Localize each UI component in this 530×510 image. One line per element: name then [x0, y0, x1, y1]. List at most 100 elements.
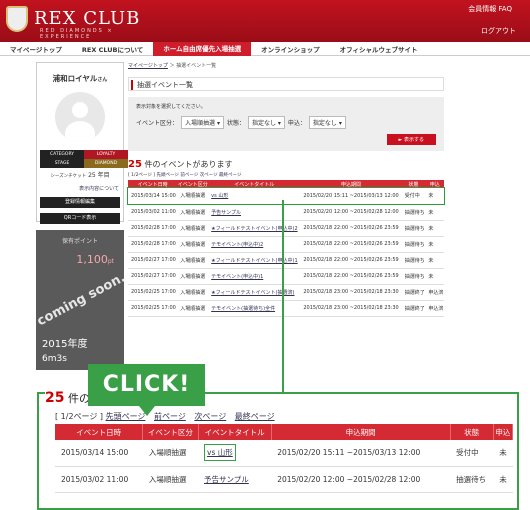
table-row[interactable]: 2015/02/28 17:00 入場順抽選 テモイベント(申込中)2 2015/02… [128, 236, 444, 253]
coming-soon-text: coming soon... [36, 265, 124, 330]
breadcrumb-top[interactable]: マイページトップ [128, 63, 168, 69]
pager-first[interactable]: 先頭ページ [156, 173, 178, 178]
event-title-cell: テモイベント(申込中)1 [208, 268, 301, 285]
event-title-link[interactable]: テモイベント(抽選待ち)全件 [211, 306, 275, 312]
event-title-cell: テモイベント(抽選待ち)全件 [208, 300, 301, 317]
event-date: 2015/02/27 17:00 [128, 252, 178, 269]
column-header: 状態 [401, 180, 426, 188]
event-title-cell: ★フィールドテストイベント(申込中)2 [208, 220, 301, 237]
column-header: イベント区分 [177, 180, 209, 188]
category-label: CATEGORY [40, 150, 84, 159]
apply-period: 2015/02/18 22:00 ~2015/02/26 23:59 [300, 252, 402, 269]
breadcrumb: マイページトップ ＞ 抽選イベント一覧 [128, 63, 217, 69]
column-header: イベントタイトル [198, 424, 272, 440]
event-title-link[interactable]: vs 山形 [211, 193, 228, 199]
nav-shop[interactable]: オンラインショップ [251, 44, 330, 54]
apply-period: 2015/02/20 15:11 ~2015/03/13 12:00 [300, 188, 402, 205]
column-header: イベント日時 [55, 424, 144, 440]
apply-period: 2015/02/18 22:00 ~2015/02/26 23:59 [300, 220, 402, 237]
event-title-link[interactable]: 予告サンプル [204, 475, 249, 484]
pager-prev[interactable]: 前ページ [180, 173, 198, 178]
table-row[interactable]: 2015/02/25 17:00 入場順抽選 ★フィールドテストイベント(抽選済) 2… [128, 284, 444, 301]
site-header: REX CLUB RED DIAMONDS × EXPERIENCE 会員情報 … [0, 0, 530, 42]
apply-state: 申込済 [425, 300, 444, 317]
display-info-link[interactable]: 表示内容について [37, 185, 119, 192]
event-status: 抽選待ち [401, 204, 426, 221]
nav-official[interactable]: オフィシャルウェブサイト [330, 44, 428, 54]
logo-subtitle: RED DIAMONDS × EXPERIENCE [40, 28, 114, 40]
event-status: 受付中 [450, 440, 494, 467]
nav-mypage[interactable]: マイページトップ [0, 44, 72, 54]
table-row[interactable]: 2015/03/02 11:00 入場順抽選 予告サンプル 2015/02/20 12… [128, 204, 444, 221]
club-crest-icon [6, 6, 28, 32]
event-title-link[interactable]: vs 山形 [204, 444, 236, 462]
event-table: イベント日時 イベント区分 イベントタイトル 申込期間 状態 申込 2015/03/14 … [127, 180, 445, 317]
event-type-select[interactable]: 入場順抽選 ▾ [181, 116, 224, 129]
show-button[interactable]: ► 表示する [386, 134, 436, 145]
apply-select[interactable]: 指定なし ▾ [308, 116, 346, 129]
zoom-pager-next[interactable]: 次ページ [194, 412, 226, 421]
apply-state: 未 [425, 188, 444, 205]
table-row[interactable]: 2015/03/02 11:00 入場順抽選 予告サンプル 2015/02/20 12… [55, 466, 513, 493]
event-date: 2015/02/27 17:00 [128, 268, 178, 285]
event-type: 入場順抽選 [142, 466, 199, 493]
event-status: 抽選待ち [401, 268, 426, 285]
event-date: 2015/03/02 11:00 [55, 466, 143, 493]
event-status: 抽選終了 [401, 300, 426, 317]
category-value: LOYALTY [84, 150, 128, 159]
column-header: イベント区分 [142, 424, 199, 440]
event-title-link[interactable]: 予告サンプル [211, 210, 241, 216]
table-row[interactable]: 2015/02/25 17:00 入場順抽選 テモイベント(抽選待ち)全件 2015/… [128, 300, 444, 317]
zoom-panel: 25 件のイベントがあります [ 1/2ページ ] 先頭ページ 前ページ 次ペー… [37, 390, 519, 510]
event-date: 2015/03/02 11:00 [128, 204, 178, 221]
zoom-pager-last[interactable]: 最終ページ [235, 412, 275, 421]
event-title-link[interactable]: テモイベント(申込中)2 [211, 242, 263, 248]
event-title-cell: ★フィールドテストイベント(申込中)1 [208, 252, 301, 269]
apply-state: 未 [425, 268, 444, 285]
nav-about[interactable]: REX CLUBについて [72, 44, 153, 54]
zoom-pager-prev[interactable]: 前ページ [154, 412, 186, 421]
event-date: 2015/03/14 15:00 [55, 440, 143, 467]
edit-registration-button[interactable]: 登録情報編集 [40, 197, 120, 208]
event-title-link[interactable]: テモイベント(申込中)1 [211, 274, 263, 280]
apply-period: 2015/02/20 12:00 ~2015/02/28 12:00 [271, 466, 451, 493]
apply-state: 未 [425, 236, 444, 253]
apply-state: 未 [493, 466, 513, 493]
event-type: 入場順抽選 [177, 268, 209, 285]
pager-small: [ 1/2ページ ] 先頭ページ 前ページ 次ページ 最終ページ [128, 173, 242, 178]
event-status: 抽選終了 [401, 284, 426, 301]
apply-period: 2015/02/18 23:00 ~2015/02/18 23:30 [300, 284, 402, 301]
event-date: 2015/02/25 17:00 [128, 284, 178, 301]
apply-state: 未 [493, 440, 513, 467]
event-title-link[interactable]: ★フィールドテストイベント(申込中)2 [211, 226, 297, 232]
apply-period: 2015/02/18 22:00 ~2015/02/26 23:59 [300, 268, 402, 285]
status-select[interactable]: 指定なし ▾ [247, 116, 285, 129]
page-shell: REX CLUB RED DIAMONDS × EXPERIENCE 会員情報 … [0, 0, 530, 400]
stage-label: STAGE [40, 159, 84, 168]
nav-lottery[interactable]: ホーム自由席優先入場抽選 [153, 41, 252, 56]
table-row[interactable]: 2015/02/27 17:00 入場順抽選 ★フィールドテストイベント(申込中)1… [128, 252, 444, 269]
logout-link[interactable]: ログアウト [481, 26, 516, 36]
sidebar: 浦和ロイヤルさん CATEGORY LOYALTY STAGE DIAMOND … [36, 62, 128, 370]
logo[interactable]: REX CLUB RED DIAMONDS × EXPERIENCE [6, 6, 140, 40]
event-type: 入場順抽選 [142, 440, 199, 467]
event-type: 入場順抽選 [177, 284, 209, 301]
event-type: 入場順抽選 [177, 236, 209, 253]
event-status: 抽選待ち [450, 466, 494, 493]
apply-state: 未 [425, 220, 444, 237]
table-row[interactable]: 2015/02/28 17:00 入場順抽選 ★フィールドテストイベント(申込中)2… [128, 220, 444, 237]
table-row[interactable]: 2015/02/27 17:00 入場順抽選 テモイベント(申込中)1 2015/02… [128, 268, 444, 285]
qr-code-button[interactable]: QRコード表示 [40, 213, 120, 224]
pager-last[interactable]: 最終ページ [219, 173, 241, 178]
table-row[interactable]: 2015/03/14 15:00 入場順抽選 vs 山形 2015/02/20 15:… [127, 187, 445, 205]
apply-label: 申込： [287, 120, 306, 127]
pager-next[interactable]: 次ページ [200, 173, 218, 178]
event-title-cell: ★フィールドテストイベント(抽選済) [208, 284, 301, 301]
column-header: 申込期間 [300, 180, 402, 188]
profile-card: 浦和ロイヤルさん CATEGORY LOYALTY STAGE DIAMOND … [36, 62, 128, 224]
points-label: 保有ポイント [61, 238, 98, 245]
table-row[interactable]: 2015/03/14 15:00 入場順抽選 vs 山形 2015/02/20 15:… [55, 440, 513, 467]
event-title-link[interactable]: ★フィールドテストイベント(申込中)1 [211, 258, 297, 264]
utility-links[interactable]: 会員情報 FAQ [468, 4, 512, 14]
column-header: 申込 [425, 180, 444, 188]
